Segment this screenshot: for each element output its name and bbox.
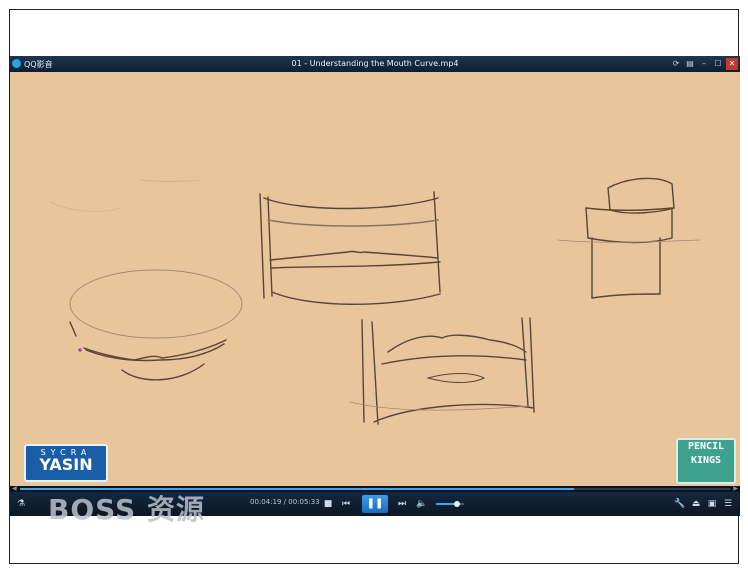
refresh-icon[interactable]: ⟳	[670, 58, 682, 70]
video-frame[interactable]: SYCRA YASIN PENCIL KINGS	[10, 72, 740, 486]
seek-left-arrow-icon[interactable]: ◀	[12, 485, 17, 492]
wrench-icon[interactable]: 🔧	[674, 498, 686, 510]
next-button[interactable]: ⏭	[396, 498, 408, 510]
sketch-mouth-left	[69, 269, 243, 381]
window-buttons: ⟳ ▤ – ☐ ✕	[670, 58, 738, 70]
menu-icon[interactable]: ☰	[722, 498, 734, 510]
window-title: 01 - Understanding the Mouth Curve.mp4	[291, 59, 459, 68]
sycra-yasin-logo: SYCRA YASIN	[24, 444, 108, 482]
pause-button[interactable]: ❚❚	[362, 495, 388, 513]
eject-icon[interactable]: ⏏	[690, 498, 702, 510]
title-bar: QQ影音 01 - Understanding the Mouth Curve.…	[10, 56, 740, 72]
total-time: 00:05:33	[288, 498, 320, 506]
current-time: 00:04:19	[250, 498, 282, 506]
mouth-sketches	[49, 177, 701, 425]
media-player-window: QQ影音 01 - Understanding the Mouth Curve.…	[10, 56, 740, 516]
tools-icon[interactable]: ⚗	[14, 498, 28, 510]
pencil-kings-logo: PENCIL KINGS	[676, 438, 736, 484]
volume-knob[interactable]	[454, 501, 460, 507]
seek-right-arrow-icon[interactable]: ▶	[733, 485, 738, 492]
previous-button[interactable]: ⏮	[340, 498, 352, 510]
sketch-mouth-bottom	[349, 317, 535, 425]
minimize-button[interactable]: –	[698, 58, 710, 70]
playlist-icon[interactable]: ▤	[684, 58, 696, 70]
maximize-button[interactable]: ☐	[712, 58, 724, 70]
stop-button[interactable]: ■	[322, 498, 334, 510]
close-button[interactable]: ✕	[726, 58, 738, 70]
volume-slider[interactable]	[436, 501, 464, 507]
volume-icon[interactable]: 🔈	[416, 498, 428, 510]
time-display: 00:04:19 / 00:05:33	[250, 498, 320, 506]
sketch-mouth-cylinder-top	[259, 191, 441, 305]
watermark: BOSS 资源	[48, 493, 205, 526]
screen-mode-icon[interactable]: ▣	[706, 498, 718, 510]
sketch-mouth-side	[557, 177, 701, 299]
